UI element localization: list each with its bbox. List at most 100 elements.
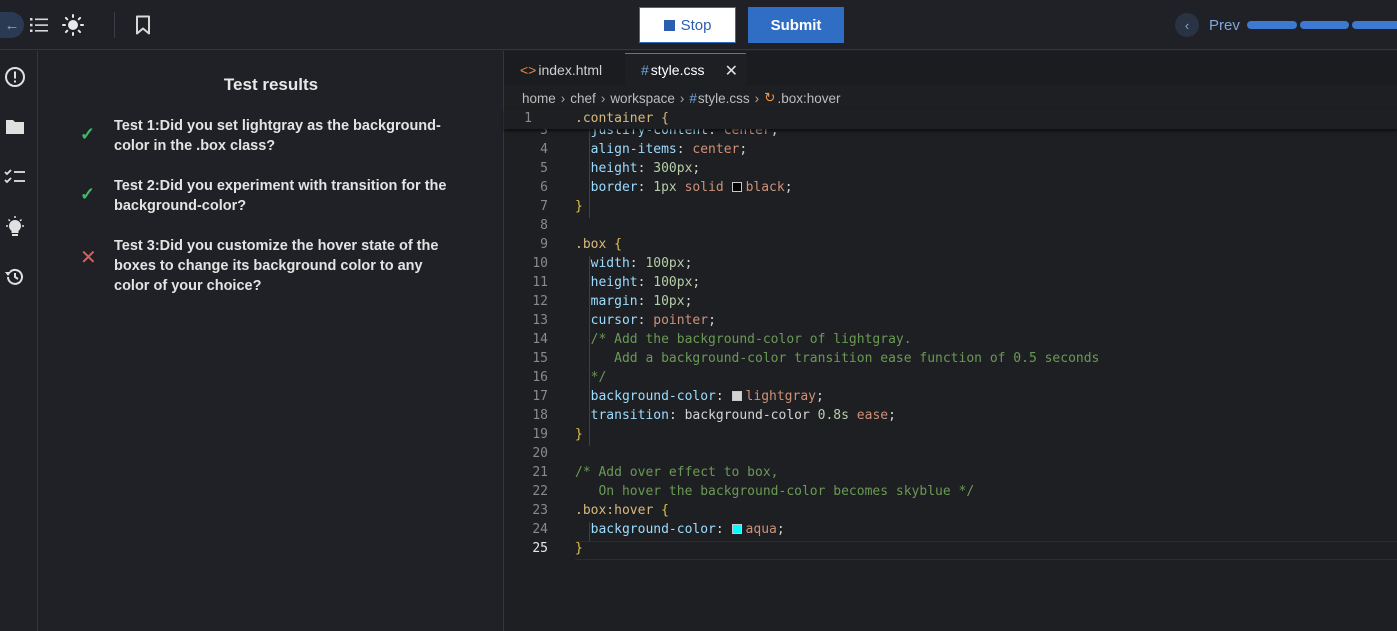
progress-segment xyxy=(1352,21,1397,29)
test-item: ✓ Test 1:Did you set lightgray as the ba… xyxy=(80,116,460,156)
line-number: 14 xyxy=(532,332,548,347)
test-item: ✕ Test 3:Did you customize the hover sta… xyxy=(80,236,460,296)
code-line: border: 1px solid black; xyxy=(590,180,793,195)
back-arrow-icon[interactable]: ← xyxy=(0,12,24,38)
line-number: 6 xyxy=(540,180,548,195)
stop-button[interactable]: Stop xyxy=(639,7,736,43)
code-line: } xyxy=(575,427,583,442)
breadcrumb-item[interactable]: home xyxy=(522,91,556,106)
color-swatch xyxy=(731,182,742,192)
line-number: 8 xyxy=(540,218,548,233)
left-rail xyxy=(0,51,38,631)
line-number: 13 xyxy=(532,313,548,328)
sticky-scroll-header[interactable]: 1 .container { xyxy=(504,109,1397,129)
breadcrumb-item[interactable]: .box:hover xyxy=(777,91,840,106)
stop-button-label: Stop xyxy=(680,16,712,34)
line-number: 10 xyxy=(532,256,548,271)
line-number: 17 xyxy=(532,389,548,404)
code-line: /* Add over effect to box, xyxy=(575,465,779,480)
stop-square-icon xyxy=(663,19,675,31)
cross-icon: ✕ xyxy=(80,247,97,269)
code-line: height: 100px; xyxy=(590,275,701,290)
test-item-text: Test 3:Did you customize the hover state… xyxy=(114,238,439,294)
code-line: height: 300px; xyxy=(590,161,701,176)
code-line: background-color: aqua; xyxy=(590,522,785,537)
code-line: cursor: pointer; xyxy=(590,313,716,328)
line-number: 25 xyxy=(532,541,548,556)
list-icon[interactable] xyxy=(27,13,51,37)
line-number: 9 xyxy=(540,237,548,252)
checkmark-icon: ✓ xyxy=(80,124,96,144)
checklist-icon[interactable] xyxy=(3,165,27,189)
line-number: 23 xyxy=(532,503,548,518)
sun-icon[interactable] xyxy=(61,13,85,37)
line-number: 16 xyxy=(532,370,548,385)
breadcrumb-item[interactable]: workspace xyxy=(610,91,675,106)
chevron-right-icon: › xyxy=(600,90,606,106)
prev-button-label: Prev xyxy=(1209,16,1240,34)
line-number: 18 xyxy=(532,408,548,423)
chevron-right-icon: › xyxy=(560,90,566,106)
code-line: .box { xyxy=(575,237,622,252)
progress-segment xyxy=(1247,21,1297,29)
tab-label: index.html xyxy=(538,61,603,78)
symbol-class-icon: ↻ xyxy=(764,90,776,105)
code-line: .box:hover { xyxy=(575,503,669,518)
line-number: 15 xyxy=(532,351,548,366)
code-line: /* Add the background-color of lightgray… xyxy=(575,332,912,347)
line-number: 24 xyxy=(532,522,548,537)
prev-button[interactable]: ‹ Prev xyxy=(1175,13,1240,37)
code-line: transition: background-color 0.8s ease; xyxy=(590,408,896,423)
chevron-left-icon: ‹ xyxy=(1175,13,1199,37)
toolbar-divider xyxy=(114,12,115,38)
color-swatch xyxy=(731,524,742,534)
line-number: 5 xyxy=(540,161,548,176)
chevron-right-icon: › xyxy=(679,90,685,106)
top-bar: ← Stop Submit ‹ Prev xyxy=(0,0,1397,50)
code-line: .container { xyxy=(575,111,669,126)
checkmark-icon: ✓ xyxy=(80,184,96,204)
code-line: } xyxy=(575,541,583,556)
breadcrumb-item[interactable]: chef xyxy=(570,91,596,106)
lightbulb-icon[interactable] xyxy=(3,215,27,239)
test-item-text: Test 1:Did you set lightgray as the back… xyxy=(114,118,441,154)
code-area[interactable]: 1 .container { 3 justify-content: center… xyxy=(504,109,1397,631)
tab-label: style.css xyxy=(650,62,705,78)
color-swatch xyxy=(731,391,742,401)
line-number: 1 xyxy=(524,111,532,126)
line-number: 4 xyxy=(540,142,548,157)
css-file-icon: # xyxy=(641,62,649,78)
code-line: */ xyxy=(575,370,607,385)
code-line: On hover the background-color becomes sk… xyxy=(575,484,975,499)
tab-index-html[interactable]: <> index.html xyxy=(504,53,625,86)
code-line: align-items: center; xyxy=(590,142,748,157)
code-line: } xyxy=(575,199,583,214)
editor-tab-bar: <> index.html # style.css ✕ xyxy=(504,51,1397,86)
css-file-icon: # xyxy=(689,90,697,106)
breadcrumb-item[interactable]: style.css xyxy=(698,91,750,106)
tab-style-css[interactable]: # style.css ✕ xyxy=(625,53,746,86)
submit-button[interactable]: Submit xyxy=(748,7,844,43)
code-line: background-color: lightgray; xyxy=(590,389,824,404)
line-number: 12 xyxy=(532,294,548,309)
close-icon[interactable]: ✕ xyxy=(725,61,738,81)
html-file-icon: <> xyxy=(520,61,537,78)
indent-guide xyxy=(589,123,590,218)
code-line: width: 100px; xyxy=(590,256,693,271)
chevron-right-icon: › xyxy=(754,90,760,106)
bookmark-icon[interactable] xyxy=(131,13,155,37)
indent-guide xyxy=(589,256,590,446)
progress-segment xyxy=(1300,21,1349,29)
code-line: margin: 10px; xyxy=(590,294,693,309)
current-line-highlight xyxy=(575,541,1397,560)
breadcrumb: home › chef › workspace › # style.css › ↻… xyxy=(522,90,840,106)
line-number: 11 xyxy=(532,275,548,290)
test-item: ✓ Test 2:Did you experiment with transit… xyxy=(80,176,460,216)
line-number: 22 xyxy=(532,484,548,499)
history-icon[interactable] xyxy=(3,265,27,289)
line-number: 19 xyxy=(532,427,548,442)
code-line: Add a background-color transition ease f… xyxy=(575,351,1100,366)
alert-circle-icon[interactable] xyxy=(3,65,27,89)
app-window: ← Stop Submit ‹ Prev Test results ✓ Test… xyxy=(0,0,1397,631)
folder-icon[interactable] xyxy=(3,115,27,139)
